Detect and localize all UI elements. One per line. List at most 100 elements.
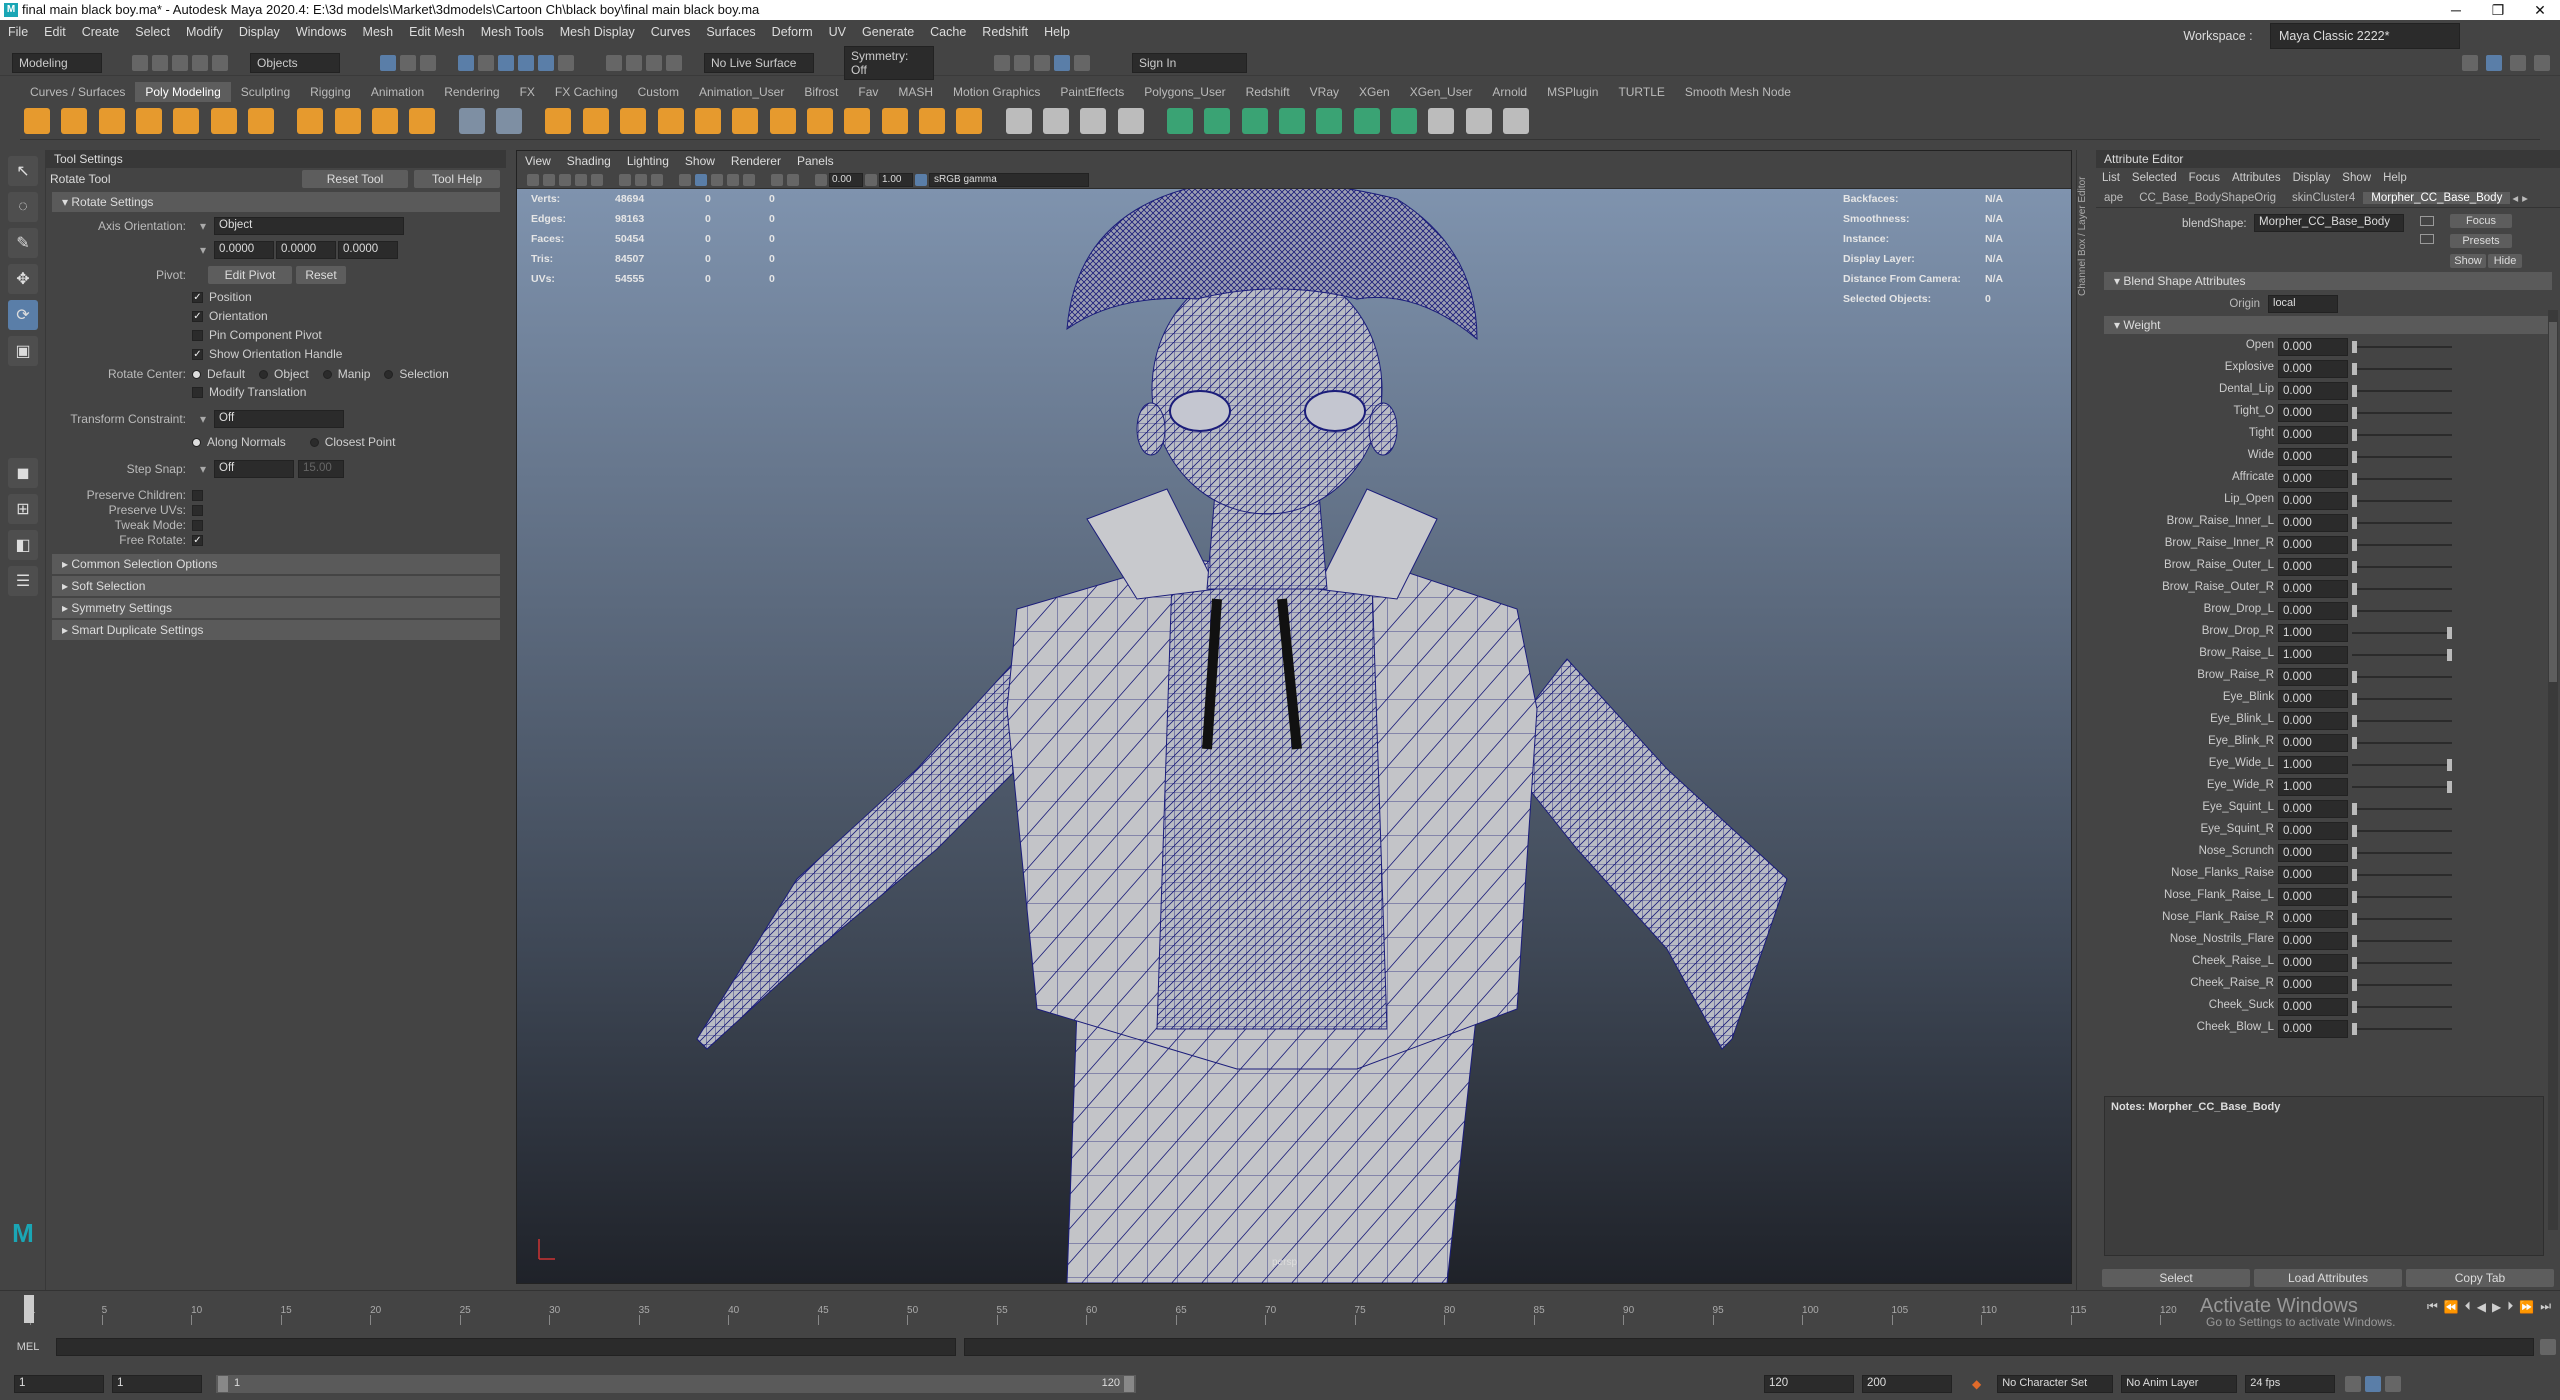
weight-slider-handle[interactable] [2352, 1001, 2357, 1013]
axis-orientation-dropdown[interactable]: Object [214, 217, 405, 235]
playback-end-field[interactable]: 120 [1764, 1375, 1854, 1393]
grid-icon[interactable] [591, 173, 603, 186]
redo-icon[interactable] [212, 54, 228, 71]
ae-menu-show[interactable]: Show [2336, 172, 2377, 184]
weight-slider-track[interactable] [2352, 984, 2452, 986]
ae-tab[interactable]: ape [2096, 192, 2131, 204]
step-back-frame-icon[interactable]: ⏴ [2462, 1299, 2474, 1314]
go-to-output-icon[interactable] [2420, 234, 2434, 244]
shelf-tab[interactable]: FX Caching [545, 82, 628, 102]
hypershade-icon[interactable] [1014, 54, 1030, 71]
weight-value-field[interactable]: 0.000 [2278, 382, 2348, 400]
weight-value-field[interactable]: 1.000 [2278, 624, 2348, 642]
maximize-button[interactable]: ❐ [2478, 0, 2518, 20]
snap-to-curve-icon[interactable] [478, 54, 494, 71]
weight-value-field[interactable]: 0.000 [2278, 580, 2348, 598]
weight-slider-handle[interactable] [2447, 759, 2452, 771]
range-slider-bar-fill[interactable] [216, 1375, 1136, 1393]
lasso-tool-icon[interactable]: ◌ [8, 192, 38, 222]
modify-translation-checkbox[interactable]: Modify Translation [46, 383, 506, 402]
character-set-dropdown[interactable]: No Character Set [1997, 1375, 2114, 1393]
weight-value-field[interactable]: 0.000 [2278, 668, 2348, 686]
vp-menu-lighting[interactable]: Lighting [619, 151, 677, 171]
scene-end-field[interactable]: 200 [1862, 1375, 1952, 1393]
weight-slider-track[interactable] [2352, 764, 2452, 766]
vp-menu-view[interactable]: View [517, 151, 559, 171]
ae-menu-display[interactable]: Display [2287, 172, 2337, 184]
weight-slider-track[interactable] [2352, 390, 2452, 392]
shelf-tab[interactable]: MASH [888, 82, 943, 102]
camera-select-icon[interactable] [527, 173, 539, 186]
hide-button[interactable]: Hide [2488, 254, 2522, 268]
weight-slider-track[interactable] [2352, 544, 2452, 546]
shelf-tab[interactable]: Rigging [300, 82, 361, 102]
play-backwards-icon[interactable]: ◀ [2474, 1300, 2489, 1314]
weight-value-field[interactable]: 0.000 [2278, 800, 2348, 818]
symmetry-dropdown[interactable]: Symmetry: Off [844, 45, 934, 80]
separate-icon[interactable] [496, 108, 523, 134]
weight-value-field[interactable]: 0.000 [2278, 910, 2348, 928]
weight-value-field[interactable]: 0.000 [2278, 426, 2348, 444]
menu-create[interactable]: Create [74, 20, 128, 44]
weight-value-field[interactable]: 0.000 [2278, 536, 2348, 554]
symmetry-settings-section[interactable]: ▸ Symmetry Settings [52, 598, 500, 618]
weight-slider-track[interactable] [2352, 632, 2452, 634]
script-editor-icon[interactable] [2540, 1339, 2556, 1355]
extrude-icon[interactable] [657, 108, 684, 134]
weight-slider-handle[interactable] [2352, 847, 2357, 859]
menu-uv[interactable]: UV [821, 20, 854, 44]
tool-help-button[interactable]: Tool Help [414, 170, 500, 188]
film-gate-icon[interactable] [619, 173, 631, 186]
shelf-tab[interactable]: Smooth Mesh Node [1675, 82, 1801, 102]
step-snap-value[interactable]: 15.00 [298, 460, 345, 478]
soft-selection-section[interactable]: ▸ Soft Selection [52, 576, 500, 596]
weight-value-field[interactable]: 1.000 [2278, 646, 2348, 664]
sew-uv-icon[interactable] [1503, 108, 1530, 134]
edit-pivot-button[interactable]: Edit Pivot [208, 266, 292, 284]
weight-slider-handle[interactable] [2352, 539, 2357, 551]
weight-slider-track[interactable] [2352, 808, 2452, 810]
ipr-icon[interactable] [646, 54, 662, 71]
weight-slider-handle[interactable] [2352, 825, 2357, 837]
menu-windows[interactable]: Windows [288, 20, 355, 44]
transform-constraint-dropdown[interactable]: Off [214, 410, 345, 428]
menu-mesh-display[interactable]: Mesh Display [552, 20, 643, 44]
tab-scroll-left-icon[interactable]: ◂ [2510, 191, 2520, 205]
gate-mask-icon[interactable] [651, 173, 663, 186]
weight-slider-track[interactable] [2352, 874, 2452, 876]
weight-slider-handle[interactable] [2352, 363, 2357, 375]
select-by-object-icon[interactable] [400, 54, 416, 71]
common-selection-section[interactable]: ▸ Common Selection Options [52, 554, 500, 574]
poly-sphere-icon[interactable] [24, 108, 50, 134]
lights-icon[interactable] [727, 173, 739, 186]
range-start-handle[interactable] [218, 1376, 228, 1392]
weight-slider-handle[interactable] [2352, 693, 2357, 705]
weight-slider-handle[interactable] [2352, 979, 2357, 991]
outliner-icon[interactable]: ☰ [8, 566, 38, 596]
render-current-icon[interactable] [1034, 54, 1050, 71]
smooth-icon[interactable] [545, 108, 572, 134]
weight-slider-track[interactable] [2352, 830, 2452, 832]
step-forward-key-icon[interactable]: ⏩ [2516, 1300, 2537, 1314]
vp-menu-show[interactable]: Show [677, 151, 723, 171]
ae-menu-focus[interactable]: Focus [2183, 172, 2226, 184]
vp-menu-shading[interactable]: Shading [559, 151, 619, 171]
shelf-tab[interactable]: MSPlugin [1537, 82, 1608, 102]
origin-dropdown[interactable]: local [2268, 295, 2338, 313]
poly-plane-icon[interactable] [210, 108, 237, 134]
weight-slider-handle[interactable] [2352, 495, 2357, 507]
single-perspective-icon[interactable]: ◼ [8, 458, 38, 488]
shadows-icon[interactable] [743, 173, 755, 186]
cylindrical-uv-icon[interactable] [1241, 108, 1268, 134]
menu-set-dropdown[interactable]: Modeling [12, 52, 102, 73]
menu-help[interactable]: Help [1036, 20, 1078, 44]
scrollbar-thumb[interactable] [2549, 322, 2557, 682]
shelf-tab[interactable]: Custom [628, 82, 689, 102]
menu-cache[interactable]: Cache [922, 20, 974, 44]
wireframe-icon[interactable] [679, 173, 691, 186]
weight-slider-handle[interactable] [2352, 803, 2357, 815]
shelf-tab[interactable]: Curves / Surfaces [20, 82, 135, 102]
weight-value-field[interactable]: 0.000 [2278, 712, 2348, 730]
shelf-tab[interactable]: FX [510, 82, 545, 102]
bevel-icon[interactable] [732, 108, 759, 134]
